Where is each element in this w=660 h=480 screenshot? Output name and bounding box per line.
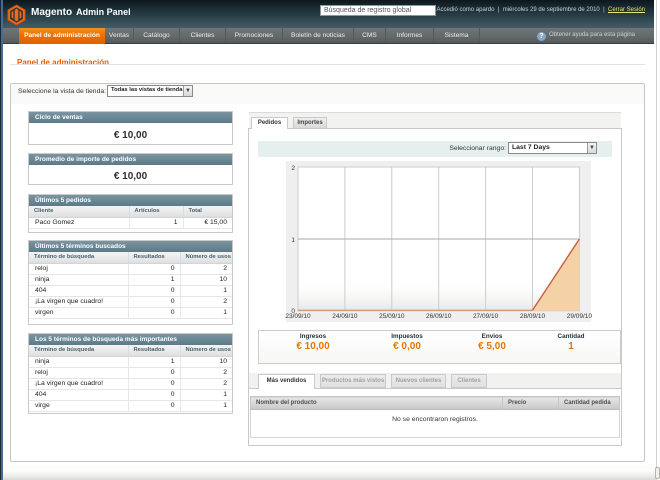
svg-text:24/09/10: 24/09/10 (332, 313, 358, 320)
svg-text:27/09/10: 27/09/10 (473, 313, 499, 320)
svg-text:26/09/10: 26/09/10 (426, 313, 452, 320)
svg-text:23/09/10: 23/09/10 (285, 313, 311, 320)
svg-text:25/09/10: 25/09/10 (379, 313, 405, 320)
svg-text:28/09/10: 28/09/10 (520, 313, 546, 320)
svg-text:29/09/10: 29/09/10 (567, 313, 593, 320)
svg-text:2: 2 (291, 165, 295, 172)
svg-text:1: 1 (291, 237, 295, 244)
